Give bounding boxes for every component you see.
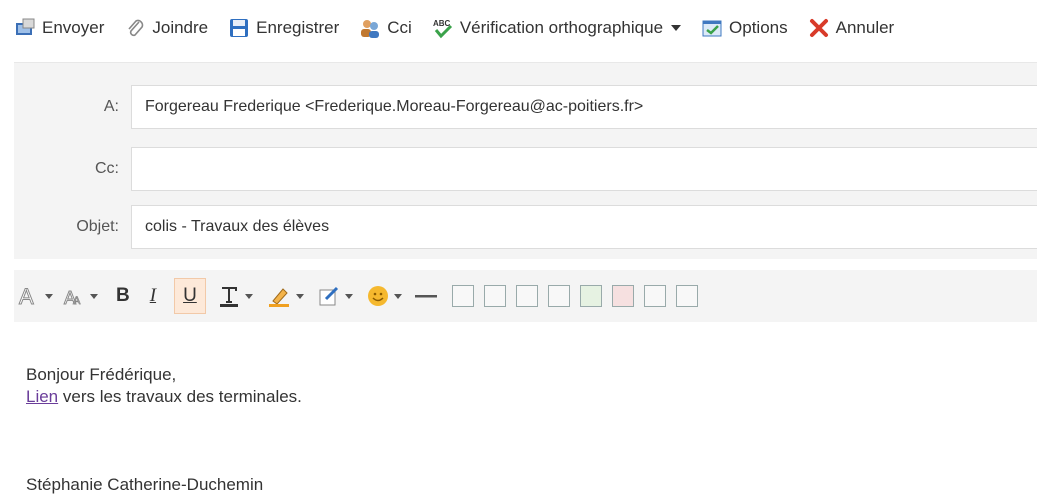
chevron-down-icon	[393, 293, 402, 299]
svg-text:A: A	[19, 284, 34, 308]
emoji-button[interactable]	[367, 279, 402, 313]
link[interactable]: Lien	[26, 387, 58, 406]
cancel-label: Annuler	[835, 18, 895, 37]
bullet-list-icon[interactable]	[675, 285, 698, 307]
align-justify-icon[interactable]	[547, 285, 570, 307]
edit-icon	[319, 286, 338, 306]
greeting-line: Bonjour Frédérique,	[26, 365, 177, 384]
smiley-icon	[367, 286, 388, 306]
font-button[interactable]: A	[18, 279, 53, 313]
text-color-button[interactable]	[218, 279, 253, 313]
paperclip-icon	[124, 17, 146, 39]
cancel-button[interactable]: Annuler	[796, 13, 903, 43]
to-field[interactable]: Forgereau Frederique <Frederique.Moreau-…	[131, 85, 1037, 129]
insert-button[interactable]	[318, 279, 353, 313]
link-line-text: vers les travaux des terminales.	[58, 387, 302, 406]
indent-icon[interactable]	[579, 285, 602, 307]
send-button[interactable]: Envoyer	[0, 13, 112, 43]
attach-label: Joindre	[152, 18, 209, 37]
options-label: Options	[729, 18, 788, 37]
bcc-label: Cci	[387, 18, 412, 37]
message-body[interactable]: Bonjour Frédérique, Lien vers les travau…	[26, 364, 302, 408]
subject-field[interactable]: colis - Travaux des élèves	[131, 205, 1037, 249]
chevron-down-icon	[295, 293, 304, 299]
options-icon	[701, 17, 723, 39]
subject-row: Objet: colis - Travaux des élèves	[14, 205, 1037, 249]
signature: Stéphanie Catherine-Duchemin	[26, 475, 264, 494]
underline-button[interactable]: U	[174, 278, 206, 314]
svg-text:ABC: ABC	[433, 19, 451, 28]
font-size-icon: AA	[64, 288, 82, 309]
outdent-icon[interactable]	[611, 285, 634, 307]
send-label: Envoyer	[42, 18, 105, 37]
message-header: A: Forgereau Frederique <Frederique.More…	[14, 62, 1037, 259]
chevron-down-icon	[90, 293, 98, 299]
horizontal-rule-icon	[414, 295, 437, 298]
text-color-icon	[219, 287, 238, 307]
horizontal-rule-button[interactable]	[414, 279, 438, 313]
chevron-down-icon	[244, 293, 253, 299]
contacts-icon	[359, 17, 381, 39]
align-left-icon[interactable]	[451, 285, 474, 307]
attach-button[interactable]: Joindre	[112, 13, 216, 43]
spellcheck-button[interactable]: ABC Vérification orthographique	[420, 13, 689, 43]
bold-button[interactable]: B	[116, 279, 130, 313]
font-icon: A	[19, 284, 35, 308]
cc-label: Cc:	[95, 160, 119, 177]
spellcheck-label: Vérification orthographique	[459, 18, 664, 37]
subject-label: Objet:	[76, 218, 119, 235]
chevron-down-icon[interactable]	[671, 25, 682, 31]
font-size-button[interactable]: AA	[63, 279, 98, 313]
options-button[interactable]: Options	[689, 13, 796, 43]
to-label: A:	[103, 98, 119, 115]
chevron-down-icon	[344, 293, 353, 299]
link-line: Lien vers les travaux des terminales.	[26, 386, 302, 408]
to-row: A: Forgereau Frederique <Frederique.More…	[14, 85, 1037, 129]
cc-field[interactable]	[131, 147, 1037, 191]
spellcheck-icon: ABC	[432, 17, 454, 39]
compose-toolbar: Envoyer Joindre Enregistrer Cci ABC Véri…	[0, 0, 1037, 56]
floppy-icon	[228, 17, 250, 39]
chevron-down-icon	[45, 293, 53, 299]
numbered-list-icon[interactable]	[643, 285, 666, 307]
align-center-icon[interactable]	[483, 285, 506, 307]
bcc-button[interactable]: Cci	[347, 13, 420, 43]
save-label: Enregistrer	[256, 18, 340, 37]
highlighter-icon	[268, 288, 289, 307]
italic-button[interactable]: I	[150, 279, 156, 313]
cc-row: Cc:	[14, 147, 1037, 191]
align-right-icon[interactable]	[515, 285, 538, 307]
svg-text:A: A	[73, 295, 81, 307]
save-button[interactable]: Enregistrer	[216, 13, 347, 43]
format-toolbar: A AA B I U	[14, 270, 1037, 322]
send-icon	[14, 17, 36, 39]
highlight-button[interactable]	[267, 279, 304, 313]
close-icon	[808, 17, 830, 39]
